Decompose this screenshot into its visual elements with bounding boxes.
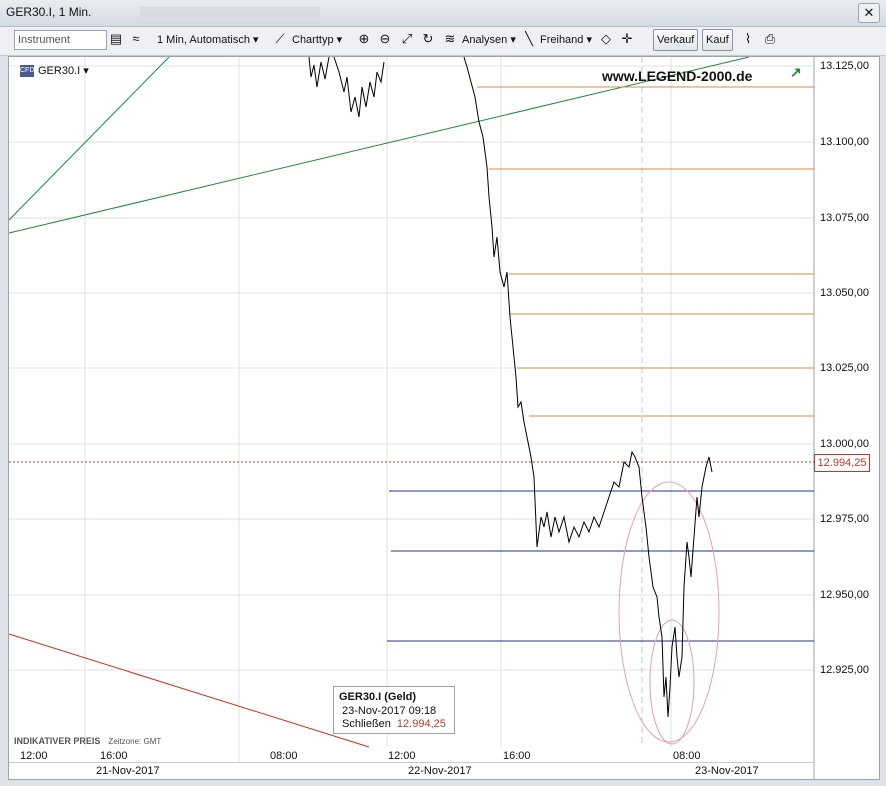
line-tool-icon[interactable]: ╲ xyxy=(521,31,537,47)
highlight-ellipse-small[interactable] xyxy=(649,619,695,745)
interval-label: 1 Min, Automatisch xyxy=(157,34,250,46)
analysen-menu[interactable]: Analysen ▾ xyxy=(462,30,516,50)
x-time-label: 16:00 xyxy=(503,750,531,762)
chart-plot[interactable] xyxy=(9,57,877,779)
y-tick: 12.925,00 xyxy=(820,664,869,676)
eraser-icon[interactable]: ◇ xyxy=(598,31,614,47)
y-tick: 13.050,00 xyxy=(820,287,869,299)
analysen-label: Analysen xyxy=(462,34,508,46)
timezone-label: Zeitzone: GMT xyxy=(108,737,162,746)
fib-levels[interactable] xyxy=(477,86,814,417)
x-date-label: 22-Nov-2017 xyxy=(408,765,472,777)
y-tick: 13.075,00 xyxy=(820,212,869,224)
support-levels[interactable] xyxy=(387,490,814,642)
footer-info: INDIKATIVER PREIS Zeitzone: GMT xyxy=(14,736,161,746)
price-line[interactable] xyxy=(308,57,713,718)
print-icon[interactable]: ⎙ xyxy=(762,31,778,47)
charttyp-label: Charttyp xyxy=(292,34,334,46)
zoom-in-icon[interactable]: ⊕ xyxy=(356,31,372,47)
toolbar: Instrument ▤ ≈ 1 Min, Automatisch ▾ ⟋ Ch… xyxy=(0,27,886,56)
y-tick: 13.025,00 xyxy=(820,362,869,374)
price-tooltip: GER30.I (Geld) 23-Nov-2017 09:18 Schließ… xyxy=(333,686,455,734)
x-time-label: 08:00 xyxy=(270,750,298,762)
indicative-price-label: INDIKATIVER PREIS xyxy=(14,736,101,746)
x-axis-divider xyxy=(9,762,813,763)
menu-strip xyxy=(140,7,320,17)
current-price-badge: 12.994,25 xyxy=(814,454,870,472)
cfd-badge: CFD xyxy=(20,65,34,78)
tooltip-date: 23-Nov-2017 09:18 xyxy=(342,705,437,717)
watermark-text: www.LEGEND-2000.de xyxy=(602,68,753,84)
x-time-label: 12:00 xyxy=(388,750,416,762)
fit-icon[interactable]: ⤢ xyxy=(399,31,415,47)
y-tick: 12.975,00 xyxy=(820,513,869,525)
symbol-label: GER30.I xyxy=(38,65,81,77)
symbol-selector[interactable]: CFD GER30.I ▾ xyxy=(20,64,89,78)
charttyp-menu[interactable]: Charttyp ▾ xyxy=(292,30,342,50)
y-tick: 13.000,00 xyxy=(820,438,869,450)
instrument-input[interactable]: Instrument xyxy=(14,30,107,50)
crosshair-icon[interactable]: ✛ xyxy=(619,31,635,47)
x-date-label: 23-Nov-2017 xyxy=(695,765,759,777)
window-title: GER30.I, 1 Min. xyxy=(6,5,92,19)
zoom-out-icon[interactable]: ⊖ xyxy=(377,31,393,47)
close-icon[interactable]: ✕ xyxy=(858,3,880,23)
refresh-icon[interactable]: ↻ xyxy=(420,31,436,47)
verkauf-button[interactable]: Verkauf xyxy=(653,29,699,51)
trend-arrow-icon: ↗ xyxy=(790,64,802,80)
freihand-label: Freihand xyxy=(540,34,584,46)
kauf-button[interactable]: Kauf xyxy=(702,29,733,51)
tooltip-title: GER30.I (Geld) xyxy=(339,691,417,703)
chart-settings-icon[interactable]: ⌇ xyxy=(740,31,756,47)
trend-line-up-steep[interactable] xyxy=(9,57,170,221)
x-date-label: 21-Nov-2017 xyxy=(96,765,160,777)
x-time-label: 16:00 xyxy=(100,750,128,762)
y-tick: 12.950,00 xyxy=(820,589,869,601)
freihand-menu[interactable]: Freihand ▾ xyxy=(540,30,592,50)
instrument-list-icon[interactable]: ▤ xyxy=(108,31,124,47)
tooltip-close-value: 12.994,25 xyxy=(396,718,446,730)
x-time-label: 08:00 xyxy=(673,750,701,762)
chart-type-icon[interactable]: ⟋ xyxy=(272,31,288,47)
x-time-label: 12:00 xyxy=(20,750,48,762)
title-bar: GER30.I, 1 Min. ✕ xyxy=(0,0,886,27)
y-tick: 13.125,00 xyxy=(820,60,869,72)
analysis-icon[interactable]: ≋ xyxy=(442,31,458,47)
compare-icon[interactable]: ≈ xyxy=(128,31,144,47)
tooltip-close-label: Schließen xyxy=(342,718,391,730)
interval-select[interactable]: 1 Min, Automatisch ▾ xyxy=(157,30,259,50)
y-tick: 13.100,00 xyxy=(820,136,869,148)
tooltip-close-row: Schließen 12.994,25 xyxy=(342,718,446,730)
trend-line-down[interactable] xyxy=(9,633,370,748)
